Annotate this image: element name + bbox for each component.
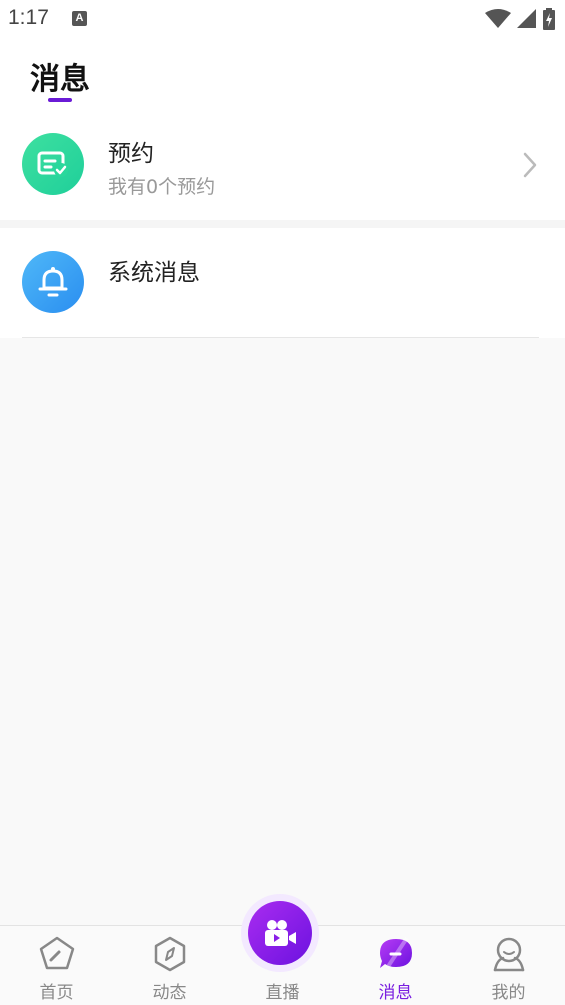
page-title: 消息 bbox=[30, 62, 90, 97]
nav-item-messages[interactable]: 消息 bbox=[339, 926, 452, 1005]
home-pentagon-icon bbox=[39, 936, 74, 970]
chevron-right-icon bbox=[523, 152, 537, 178]
nav-label-messages: 消息 bbox=[378, 983, 413, 1003]
message-item-appointment[interactable]: 预约 我有0个预约 bbox=[0, 116, 565, 220]
live-button-inner bbox=[248, 901, 312, 965]
compass-icon bbox=[154, 936, 185, 972]
nav-item-home[interactable]: 首页 bbox=[0, 926, 113, 1005]
status-icons bbox=[485, 8, 555, 30]
battery-icon bbox=[543, 8, 555, 30]
nav-label-live: 直播 bbox=[265, 983, 300, 1003]
nav-label-home: 首页 bbox=[39, 983, 74, 1003]
user-profile-icon bbox=[493, 937, 524, 972]
status-time: 1:17 bbox=[8, 6, 49, 29]
signal-icon bbox=[517, 9, 536, 28]
message-item-system[interactable]: 系统消息 bbox=[0, 228, 565, 338]
nav-label-feed: 动态 bbox=[152, 983, 187, 1003]
wifi-icon bbox=[485, 9, 511, 28]
appointment-title: 预约 bbox=[108, 141, 154, 167]
title-underline bbox=[48, 98, 72, 102]
message-bubble-icon bbox=[379, 936, 412, 970]
video-camera-icon bbox=[265, 920, 296, 946]
status-bar: 1:17 A bbox=[0, 0, 565, 38]
live-button[interactable] bbox=[241, 894, 319, 972]
page-header: 消息 bbox=[0, 38, 565, 116]
notification-a-icon: A bbox=[72, 11, 87, 26]
appointment-check-icon bbox=[22, 133, 84, 195]
section-gap bbox=[0, 220, 565, 228]
system-message-title: 系统消息 bbox=[108, 260, 200, 286]
bell-icon bbox=[22, 251, 84, 313]
nav-item-feed[interactable]: 动态 bbox=[113, 926, 226, 1005]
divider bbox=[22, 337, 539, 338]
appointment-subtitle: 我有0个预约 bbox=[108, 176, 216, 198]
nav-item-profile[interactable]: 我的 bbox=[452, 926, 565, 1005]
nav-label-profile: 我的 bbox=[491, 983, 526, 1003]
